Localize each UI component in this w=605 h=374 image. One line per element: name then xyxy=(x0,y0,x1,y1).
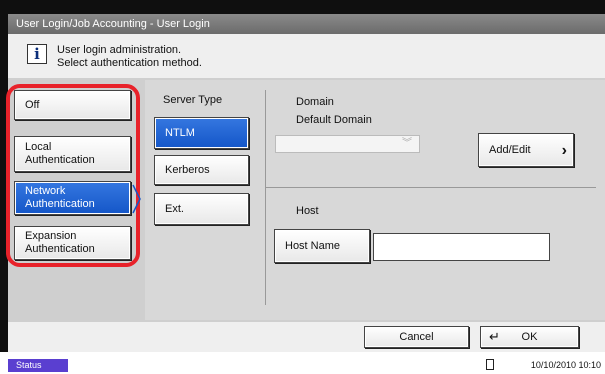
add-edit-label: Add/Edit xyxy=(489,143,531,156)
server-type-label: Server Type xyxy=(163,94,223,106)
status-button[interactable]: Status xyxy=(8,359,68,372)
window-title: User Login/Job Accounting - User Login xyxy=(8,14,605,34)
connector-bracket-icon xyxy=(132,184,141,214)
ext-label: Ext. xyxy=(165,202,184,215)
chevron-down-icon: ︾ xyxy=(402,138,412,149)
divider-vertical xyxy=(265,90,266,305)
kerberos-button[interactable]: Kerberos xyxy=(154,155,249,185)
chevron-right-icon: › xyxy=(561,142,567,159)
instruction-line-2: Select authentication method. xyxy=(57,57,202,69)
domain-label: Domain xyxy=(296,96,334,108)
kerberos-label: Kerberos xyxy=(165,163,210,176)
ok-button[interactable]: ↵ OK xyxy=(480,326,579,348)
cancel-button[interactable]: Cancel xyxy=(364,326,469,348)
ntlm-label: NTLM xyxy=(165,126,195,139)
datetime: 10/10/2010 10:10 xyxy=(530,360,601,370)
host-name-label: Host Name xyxy=(285,239,341,252)
host-label: Host xyxy=(296,205,319,217)
status-bar xyxy=(0,352,605,374)
enter-icon: ↵ xyxy=(489,329,500,344)
default-domain-label: Default Domain xyxy=(296,114,372,126)
default-domain-dropdown[interactable]: ︾ xyxy=(275,135,420,153)
instruction-message: User login administration. Select authen… xyxy=(57,44,202,70)
instruction-line-1: User login administration. xyxy=(57,44,182,56)
highlight-frame xyxy=(6,84,140,267)
memory-card-icon xyxy=(486,359,494,370)
host-name-button[interactable]: Host Name xyxy=(274,229,370,263)
ok-label: OK xyxy=(521,330,538,343)
host-name-field[interactable] xyxy=(373,233,550,261)
ext-button[interactable]: Ext. xyxy=(154,193,249,225)
add-edit-button[interactable]: Add/Edit › xyxy=(478,133,574,167)
info-icon: i xyxy=(27,44,47,64)
divider-horizontal xyxy=(266,187,596,188)
ntlm-button[interactable]: NTLM xyxy=(154,117,249,149)
cancel-label: Cancel xyxy=(399,330,434,343)
